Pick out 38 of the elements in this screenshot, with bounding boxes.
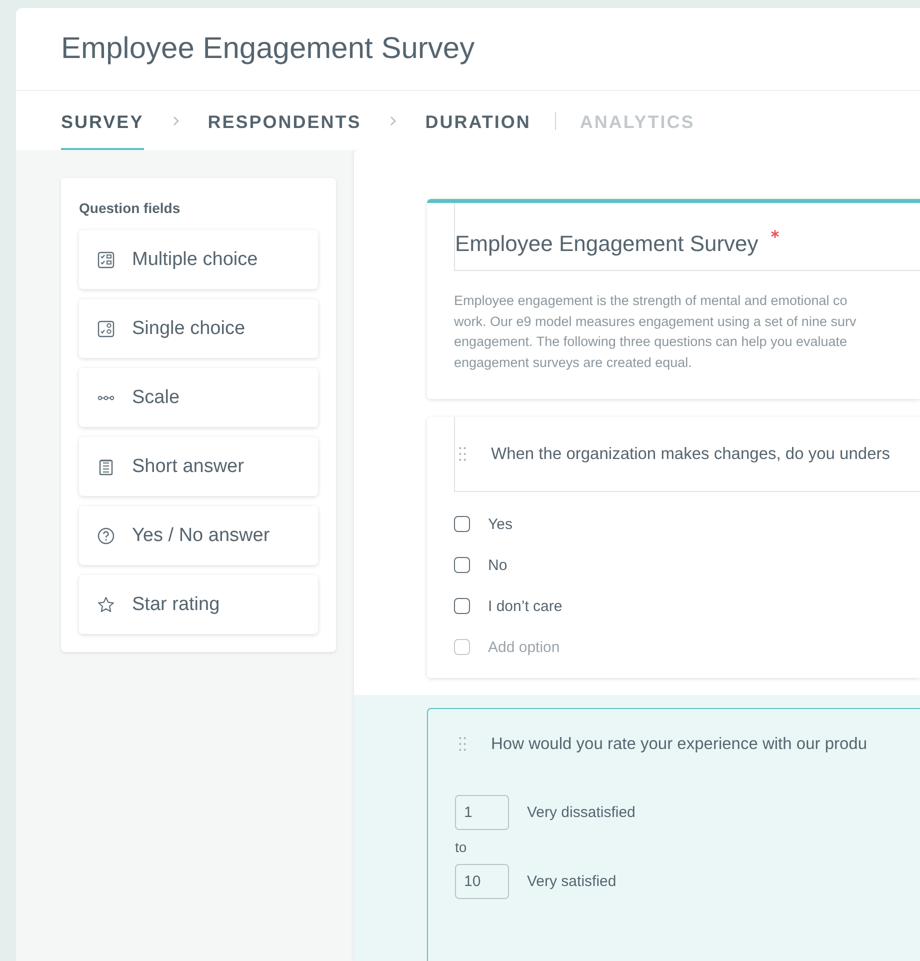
page-title: Employee Engagement Survey xyxy=(61,32,475,66)
form-description: Employee engagement is the strength of mental and emotional co work. Our e9 model measures engagement using a set of nine surv engagement. The following three questions can help you evaluate engagement surveys are created equal. xyxy=(454,292,858,372)
field-type-item[interactable]: Yes / No answer xyxy=(79,506,318,565)
option-label: I don’t care xyxy=(488,598,562,614)
checklist-icon xyxy=(97,250,115,268)
chevron-right-icon xyxy=(172,114,180,126)
drag-handle-icon[interactable] xyxy=(459,447,466,461)
question-circle-icon xyxy=(97,526,115,544)
field-type-item[interactable]: Short answer xyxy=(79,437,318,496)
scale-icon xyxy=(97,394,115,400)
scale-min-input[interactable]: 1 xyxy=(455,795,509,830)
single-choice-icon xyxy=(97,320,115,338)
scale-min-label: Very dissatisfied xyxy=(527,804,636,821)
chevron-right-icon xyxy=(389,114,398,126)
form-title-field[interactable]: Employee Engagement Survey xyxy=(454,203,920,271)
scale-to-text: to xyxy=(455,839,468,855)
scale-max-input[interactable]: 10 xyxy=(455,864,509,899)
question-text[interactable]: How would you rate your experience with our produ xyxy=(491,734,868,754)
drag-handle-icon[interactable] xyxy=(459,737,466,751)
checkbox xyxy=(454,639,470,655)
notepad-icon xyxy=(97,458,115,476)
field-type-item[interactable]: Single choice xyxy=(79,299,318,358)
checkbox[interactable] xyxy=(454,516,470,532)
question-text[interactable]: When the organization makes changes, do you unders xyxy=(491,444,890,464)
checkbox[interactable] xyxy=(454,557,470,573)
option-label: No xyxy=(488,556,508,574)
field-type-item[interactable]: Scale xyxy=(79,368,318,427)
checkbox[interactable] xyxy=(454,598,470,614)
field-type-item[interactable]: Star rating xyxy=(79,575,318,634)
sidebar-title: Question fields xyxy=(79,200,182,216)
question-card[interactable]: How would you rate your experience with our produ 1 Very dissatisfied to 10 Very satisfied xyxy=(427,708,920,961)
tab[interactable]: DURATION xyxy=(425,94,531,150)
star-icon xyxy=(97,596,115,614)
scale-max-label: Very satisfied xyxy=(527,873,616,890)
question-card[interactable]: When the organization makes changes, do you unders Yes No I don’t care Add option xyxy=(427,417,920,678)
option-label: Yes xyxy=(488,516,512,532)
field-type-item[interactable]: Multiple choice xyxy=(79,230,318,289)
tab[interactable]: RESPONDENTS xyxy=(208,94,362,150)
